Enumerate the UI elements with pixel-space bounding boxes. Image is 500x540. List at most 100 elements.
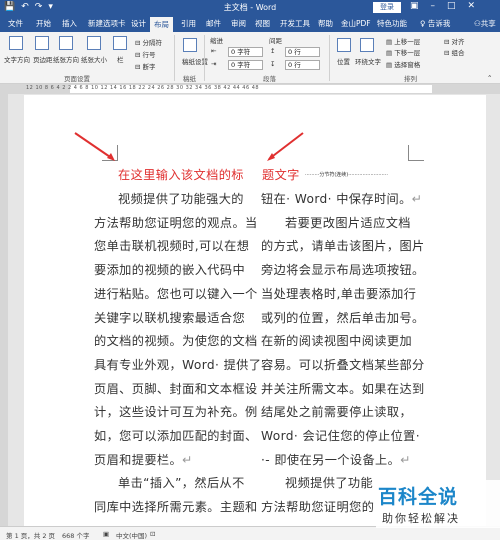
right-line: 容易。可以折叠文档某些部分 [261, 357, 425, 372]
right-line: 旁边将会显示布局选项按钮。 [261, 263, 425, 278]
proofing-icon[interactable]: ▣ [103, 530, 109, 538]
group-paragraph: 段落 [263, 75, 276, 83]
horizontal-ruler[interactable]: 12 10 8 6 4 2 2 4 6 8 10 12 14 16 18 22 … [0, 84, 500, 94]
group-page-setup: 页面设置 [64, 75, 90, 83]
right-line: 若要更改图片适应文档 [285, 215, 411, 230]
ribbon-tabs: 文件 开始 插入 新建选项卡 设计 布局 引用 邮件 审阅 视图 开发工具 帮助… [0, 15, 500, 32]
tab-developer[interactable]: 开发工具 [280, 18, 310, 29]
tell-me[interactable]: ♀ 告诉我 [420, 18, 450, 29]
tab-home[interactable]: 开始 [36, 18, 51, 29]
paragraph-mark: ↵ [400, 452, 411, 467]
bring-forward-button[interactable]: ▤ 上移一层 [386, 36, 420, 46]
paragraph-mark: ↵ [411, 192, 423, 206]
maximize-icon[interactable]: □ [447, 1, 456, 11]
ribbon-display-icon[interactable]: ▣ [410, 1, 419, 11]
breaks-button[interactable]: ⊟ 分隔符 [135, 37, 162, 47]
tab-help[interactable]: 帮助 [318, 18, 333, 29]
language[interactable]: 中文(中国) [116, 530, 147, 540]
columns-icon[interactable] [113, 36, 127, 50]
left-line: 同库中选择所需元素。主题和 [94, 500, 258, 515]
position-icon[interactable] [337, 38, 351, 52]
page-count[interactable]: 第 1 页，共 2 页 [6, 530, 55, 540]
tab-file[interactable]: 文件 [8, 18, 23, 29]
watermark: 百科全说 助你轻松解决 [376, 480, 500, 528]
indent-left-input[interactable]: 0 字符 [228, 47, 263, 57]
tab-features[interactable]: 特色功能 [377, 18, 407, 29]
doc-title-right: 题文字 [262, 168, 300, 182]
tab-review[interactable]: 审阅 [231, 18, 246, 29]
tab-design[interactable]: 设计 [131, 18, 146, 29]
wrap-text-button[interactable]: 环绕文字 [355, 56, 381, 66]
word-count[interactable]: 668 个字 [62, 530, 89, 540]
tab-pdf[interactable]: 金山PDF [341, 18, 371, 29]
right-line: 或列的位置，然后单击加号。 [261, 310, 425, 325]
left-line: 关键字以联机搜索最适合您 [94, 310, 246, 325]
tab-new[interactable]: 新建选项卡 [88, 18, 126, 29]
size-icon[interactable] [87, 36, 101, 50]
left-line: 具有专业外观，Word· 提供了 [94, 357, 262, 372]
draft-paper-icon[interactable] [183, 38, 197, 52]
size-button[interactable]: 纸张大小 [81, 54, 107, 64]
collapse-ribbon-icon[interactable]: ⌃ [487, 74, 492, 82]
indent-label: 缩进 [210, 37, 223, 45]
right-line: Word· 会记住您的停止位置· [261, 429, 421, 443]
tab-references[interactable]: 引用 [181, 18, 196, 29]
divider [329, 35, 330, 81]
margins-icon[interactable] [35, 36, 49, 50]
divider [204, 35, 205, 81]
status-bar: 第 1 页，共 2 页 668 个字 ▣ 中文(中国) ⊡ [0, 526, 500, 540]
right-line: ·- 即使在另一个设备上。↵ [261, 452, 411, 467]
space-before-input[interactable]: 0 行 [285, 47, 320, 57]
line-numbers-button[interactable]: ⊟ 行号 [135, 49, 156, 59]
arrow-left-head [107, 153, 115, 161]
accessibility-icon[interactable]: ⊡ [150, 530, 155, 538]
left-line: 如，您可以添加匹配的封面、 [94, 429, 258, 443]
text-direction-button[interactable]: 文字方向 [4, 54, 30, 64]
watermark-subtitle: 助你轻松解决 [382, 512, 460, 525]
right-line: 视频提供了功能 [285, 476, 374, 491]
left-line: 计，这些设计可互为补充。例 [94, 405, 258, 420]
right-line: 钮在· Word· 中保存时间。↵ [261, 192, 423, 206]
group-button[interactable]: ⊟ 组合 [444, 47, 465, 57]
tab-mailings[interactable]: 邮件 [206, 18, 221, 29]
right-line: 方法帮助您证明您的 [261, 500, 375, 515]
align-button[interactable]: ⊟ 对齐 [444, 36, 465, 46]
right-line: 并关注所需文本。如果在达到 [261, 381, 425, 396]
spacing-label: 间距 [269, 37, 282, 45]
orientation-icon[interactable] [59, 36, 73, 50]
group-draft: 稿纸 [183, 75, 196, 83]
send-backward-button[interactable]: ▤ 下移一层 [386, 47, 420, 57]
position-button[interactable]: 位置 [337, 56, 350, 66]
orientation-button[interactable]: 纸张方向 [53, 54, 79, 64]
window-controls: ▣ – □ ✕ [410, 1, 475, 11]
document-page[interactable]: 在这里输入该文档的标 题文字 ·········分节符(连续)·········… [24, 95, 486, 527]
left-line: 视频提供了功能强大的 [118, 192, 244, 206]
space-after-input[interactable]: 0 行 [285, 60, 320, 70]
share-button[interactable]: ⚇共享 [474, 18, 496, 29]
tab-layout[interactable]: 布局 [150, 17, 173, 32]
selection-pane-button[interactable]: ▤ 选择窗格 [386, 59, 420, 69]
minimize-icon[interactable]: – [431, 1, 436, 11]
indent-left-icon: ⇤ [211, 47, 217, 55]
group-arrange: 排列 [404, 75, 417, 83]
arrow-left [74, 132, 114, 160]
right-line: 在新的阅读视图中阅读更加 [261, 334, 413, 349]
ribbon: 文字方向 页边距 纸张方向 纸张大小 栏 ⊟ 分隔符 ⊟ 行号 ⊟ 断字 页面设… [0, 32, 500, 84]
text-direction-icon[interactable] [9, 36, 23, 50]
hyphenation-button[interactable]: ⊟ 断字 [135, 61, 156, 71]
indent-right-input[interactable]: 0 字符 [228, 60, 263, 70]
left-line: 您单击联机视频时,可以在想 [94, 239, 250, 254]
tab-insert[interactable]: 插入 [62, 18, 77, 29]
columns-button[interactable]: 栏 [117, 54, 124, 64]
left-line: 要添加的视频的嵌入代码中 [94, 263, 246, 278]
wrap-text-icon[interactable] [360, 38, 374, 52]
margin-corner-mark [408, 145, 424, 161]
paragraph-mark: ↵ [182, 452, 193, 467]
margins-button[interactable]: 页边距 [33, 54, 53, 64]
left-line: 单击“插入”，然后从不 [118, 476, 245, 491]
tab-view[interactable]: 视图 [255, 18, 270, 29]
close-icon[interactable]: ✕ [468, 1, 476, 11]
vertical-ruler[interactable] [0, 94, 8, 526]
login-button[interactable]: 登录 [373, 2, 401, 13]
divider [174, 35, 175, 81]
